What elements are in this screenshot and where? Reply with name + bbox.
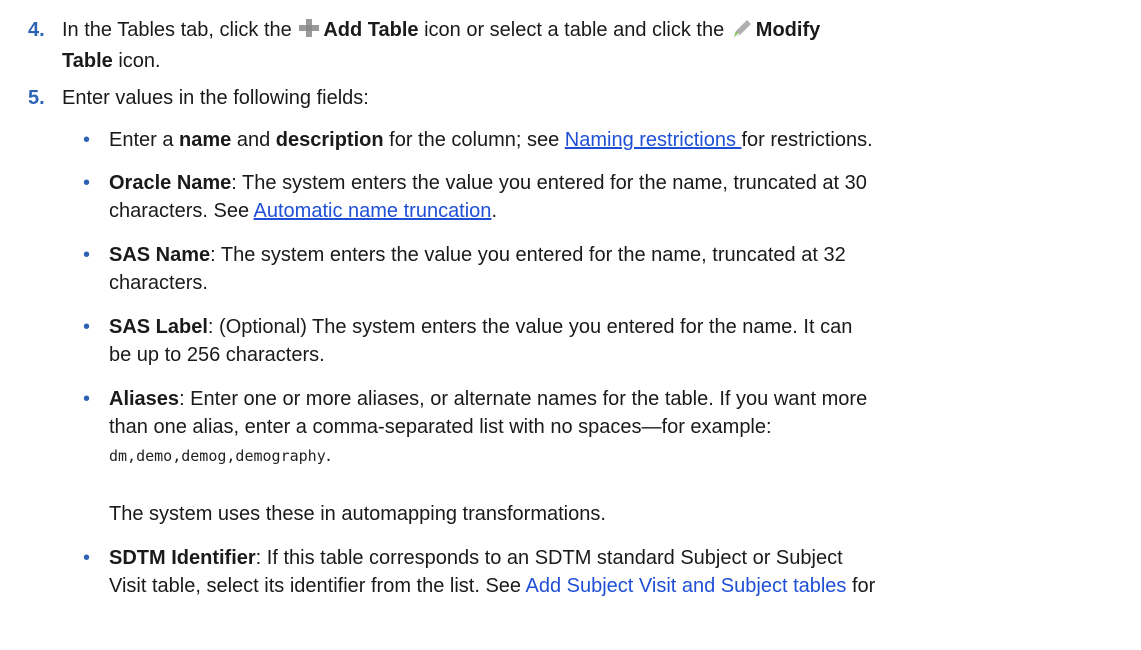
step-number: 4. <box>28 19 45 41</box>
bullet-text: : If this table corresponds to an SDTM s… <box>255 547 843 569</box>
bold-term: name <box>179 129 232 151</box>
field-label: SAS Name <box>109 244 211 266</box>
step-text: icon. <box>112 50 161 72</box>
document-page: 4. In the Tables tab, click the Add Tabl… <box>0 0 1141 650</box>
field-label: SAS Label <box>109 316 208 338</box>
bullet-dot: • <box>83 244 91 266</box>
bullet-text: Aliases: Enter one or more aliases, or a… <box>109 385 1121 470</box>
bullet-text: SAS Name: The system enters the value yo… <box>109 241 1121 297</box>
step-number: 5. <box>28 87 45 109</box>
bullet-text: than one alias, enter a comma-separated … <box>109 416 772 438</box>
aliases-note: The system uses these in automapping tra… <box>109 503 606 525</box>
bold-term: description <box>275 129 384 151</box>
field-label: Aliases <box>109 388 180 410</box>
step-text: icon or select a table and click the <box>418 19 730 41</box>
bullet-text: characters. See <box>109 200 254 222</box>
step-4-text: In the Tables tab, click the Add Table i… <box>62 16 1121 75</box>
naming-restrictions-link[interactable]: Naming restrictions <box>565 129 742 151</box>
bullet-text: : (Optional) The system enters the value… <box>207 316 853 338</box>
bullet-text: be up to 256 characters. <box>109 344 325 366</box>
modify-label: Modify <box>755 19 821 41</box>
add-table-label: Add Table <box>323 19 419 41</box>
bullet-text: Enter a name and description for the col… <box>109 126 1121 154</box>
bullet-text: . <box>491 200 497 222</box>
bullet-dot: • <box>83 129 91 151</box>
bullet-text: and <box>231 129 276 151</box>
bullet-text: . <box>325 444 332 466</box>
field-label: SDTM Identifier <box>109 547 256 569</box>
table-label: Table <box>62 50 113 72</box>
bullet-text: for restrictions. <box>741 129 873 151</box>
add-table-icon <box>297 17 321 47</box>
bullet-dot: • <box>83 388 91 410</box>
bullet-text: : Enter one or more aliases, or alternat… <box>179 388 868 410</box>
bullet-text: : The system enters the value you entere… <box>231 172 867 194</box>
bullet-text: Enter a <box>109 129 180 151</box>
alias-example-code: dm,demo,demog,demography <box>109 447 326 465</box>
bullet-text: for the column; see <box>383 129 565 151</box>
bullet-dot: • <box>83 547 91 569</box>
add-subject-visit-tables-link[interactable]: Add Subject Visit and Subject tables <box>525 575 846 597</box>
bullet-text: SDTM Identifier: If this table correspon… <box>109 544 1121 600</box>
step-5-text: Enter values in the following fields: <box>62 87 369 109</box>
bullet-text: SAS Label: (Optional) The system enters … <box>109 313 1121 369</box>
bullet-text: characters. <box>109 272 208 294</box>
bullet-dot: • <box>83 316 91 338</box>
bullet-dot: • <box>83 172 91 194</box>
bullet-text: : The system enters the value you entere… <box>210 244 846 266</box>
modify-table-icon <box>730 17 754 47</box>
bullet-text: for <box>846 575 876 597</box>
automatic-name-truncation-link[interactable]: Automatic name truncation <box>254 200 492 222</box>
step-text: In the Tables tab, click the <box>62 19 298 41</box>
bullet-text: Oracle Name: The system enters the value… <box>109 169 1121 225</box>
field-label: Oracle Name <box>109 172 232 194</box>
bullet-text: Visit table, select its identifier from … <box>109 575 526 597</box>
